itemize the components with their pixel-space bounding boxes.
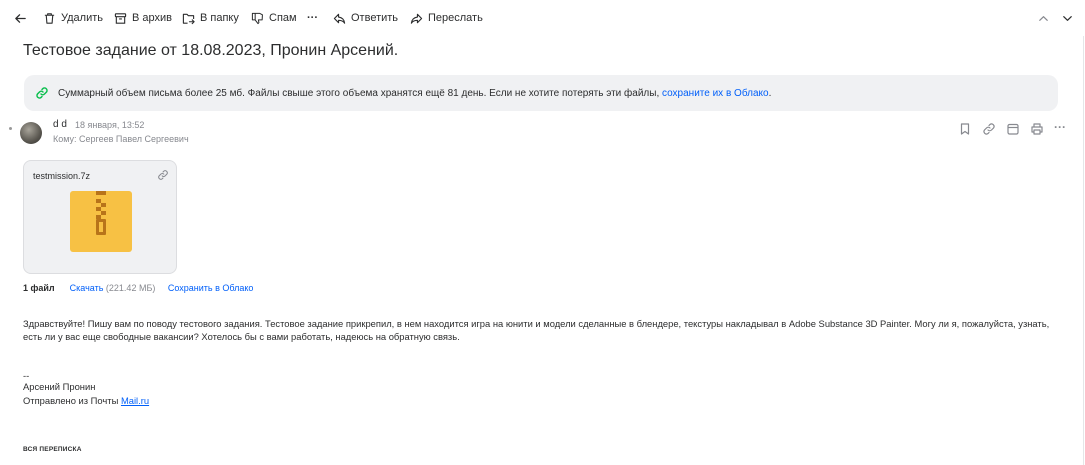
folder-label: В папку	[200, 12, 239, 24]
next-message-button[interactable]	[1061, 10, 1074, 26]
chain-link-icon	[983, 123, 995, 135]
chevron-down-icon	[1063, 15, 1072, 21]
notice-message: Суммарный объем письма более 25 мб. Файл…	[58, 88, 660, 99]
message-body: Здравствуйте! Пишу вам по поводу тестово…	[23, 318, 1050, 342]
calendar-button[interactable]	[1006, 122, 1020, 136]
zip-file-icon	[70, 191, 132, 252]
download-link[interactable]: Скачать	[70, 283, 104, 293]
save-to-cloud-link[interactable]: сохраните их в Облако	[662, 88, 769, 99]
signature-sent-from: Отправлено из Почты Mail.ru	[23, 395, 149, 406]
reply-label: Ответить	[351, 12, 399, 24]
all-conversation-link[interactable]: ВСЯ ПЕРЕПИСКА	[23, 446, 82, 453]
mail-ru-link[interactable]: Mail.ru	[121, 395, 149, 406]
more-actions-button[interactable]: ···	[1054, 120, 1068, 134]
avatar[interactable]	[20, 122, 42, 144]
delete-button[interactable]: Удалить	[43, 10, 103, 26]
link-icon[interactable]	[157, 169, 169, 181]
recipient-line: Кому: Сергеев Павел Сергеевич	[53, 134, 189, 144]
back-button[interactable]	[14, 10, 27, 26]
link-icon	[36, 87, 48, 99]
signature-sent-text: Отправлено из Почты	[23, 395, 119, 406]
copy-link-button[interactable]	[982, 122, 996, 136]
panel-border	[1083, 36, 1084, 465]
more-toolbar-button[interactable]: ···	[307, 10, 318, 26]
signature-separator: --	[23, 370, 30, 381]
forward-button[interactable]: Переслать	[410, 10, 483, 26]
back-arrow-icon	[15, 13, 26, 23]
attachment-card[interactable]: testmission.7z	[23, 160, 177, 274]
forward-icon	[410, 13, 423, 24]
archive-icon	[114, 12, 127, 24]
size-notice-banner: Суммарный объем письма более 25 мб. Файл…	[24, 75, 1058, 111]
notice-period: .	[768, 88, 772, 99]
forward-label: Переслать	[428, 12, 483, 24]
save-to-cloud-button[interactable]: Сохранить в Облако	[168, 283, 254, 293]
toolbar: Удалить В архив В папку Спам ··· Ответит…	[0, 0, 1085, 36]
move-to-folder-button[interactable]: В папку	[182, 10, 239, 26]
previous-message-button[interactable]	[1037, 10, 1050, 26]
reply-button[interactable]: Ответить	[333, 10, 398, 26]
attachment-summary: 1 файл Скачать (221.42 МБ) Сохранить в О…	[23, 283, 253, 293]
attachment-size: (221.42 МБ)	[105, 283, 156, 293]
trash-icon	[44, 12, 55, 24]
print-icon	[1031, 123, 1043, 135]
spam-icon	[251, 12, 263, 24]
archive-button[interactable]: В архив	[114, 10, 172, 26]
message-subject: Тестовое задание от 18.08.2023, Пронин А…	[23, 42, 399, 59]
spam-label: Спам	[269, 12, 297, 24]
reply-icon	[333, 13, 346, 24]
sender-name[interactable]: d d	[53, 119, 67, 130]
spam-button[interactable]: Спам	[251, 10, 297, 26]
bookmark-button[interactable]	[958, 122, 972, 136]
unread-dot	[9, 127, 12, 130]
files-count: 1 файл	[23, 283, 55, 293]
folder-move-icon	[182, 13, 195, 24]
delete-label: Удалить	[61, 12, 103, 24]
signature-name: Арсений Пронин	[23, 381, 96, 392]
chevron-up-icon	[1039, 15, 1048, 21]
bookmark-icon	[960, 123, 970, 135]
notice-text: Суммарный объем письма более 25 мб. Файл…	[58, 88, 771, 99]
message-date: 18 января, 13:52	[75, 120, 145, 130]
archive-label: В архив	[132, 12, 172, 24]
calendar-icon	[1007, 123, 1019, 135]
attachment-filename: testmission.7z	[33, 171, 91, 181]
print-button[interactable]	[1030, 122, 1044, 136]
